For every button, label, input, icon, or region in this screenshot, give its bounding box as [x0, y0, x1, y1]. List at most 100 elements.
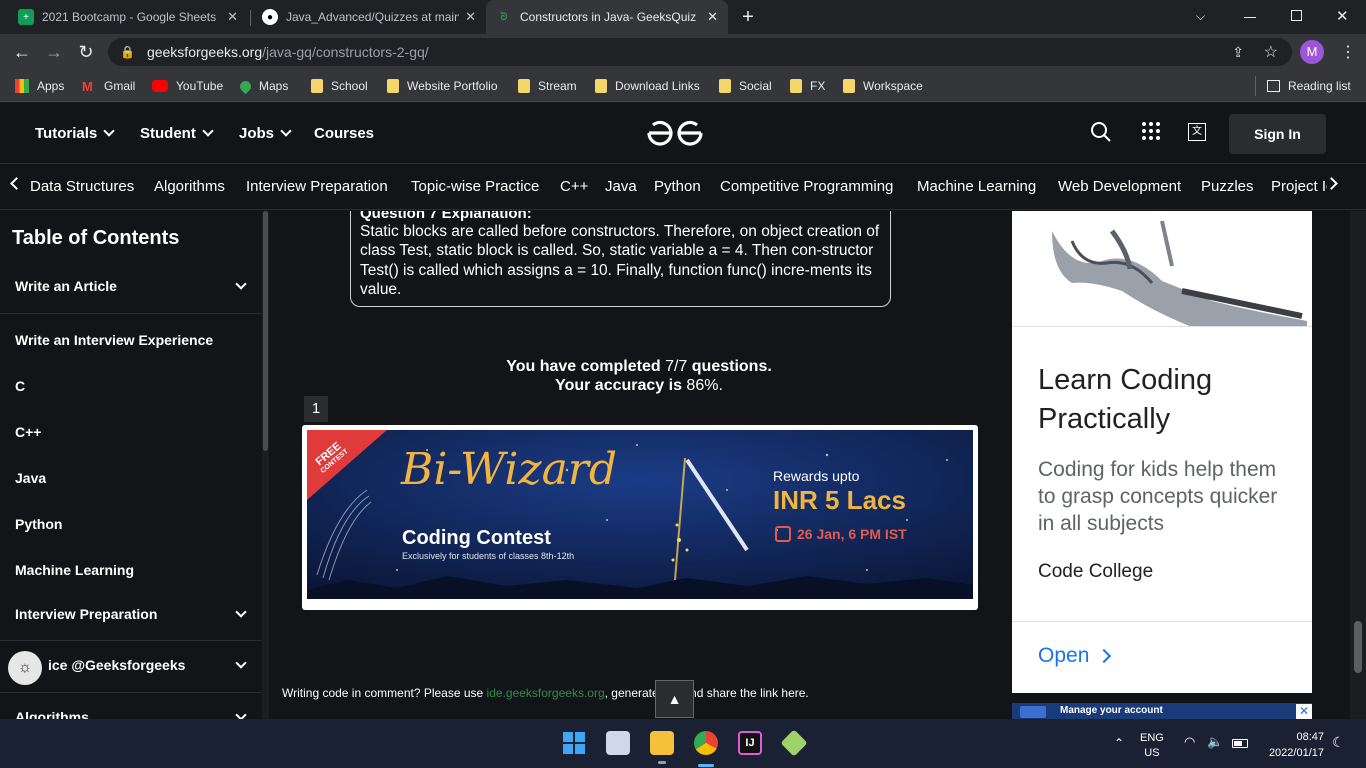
cube-app-icon[interactable]	[780, 729, 808, 757]
tab-github[interactable]: ● Java_Advanced/Quizzes at main ✕	[252, 0, 486, 34]
subnav-python[interactable]: Python	[654, 178, 701, 195]
toc-item-python[interactable]: Python	[15, 516, 245, 532]
subnav-data-structures[interactable]: Data Structures	[30, 178, 134, 195]
toc-item-cpp[interactable]: C++	[15, 424, 245, 440]
toc-item-java[interactable]: Java	[15, 470, 245, 486]
close-ad-icon[interactable]: ✕	[1296, 704, 1312, 719]
subnav-cpp[interactable]: C++	[560, 178, 588, 195]
gfg-logo[interactable]	[645, 117, 705, 154]
toc-item-label: Write an Interview Experience	[15, 332, 214, 348]
bookmark-youtube[interactable]: YouTube	[152, 77, 223, 95]
tab-geeksquiz[interactable]: ᘐ Constructors in Java- GeeksQuiz ✕	[486, 0, 728, 34]
close-tab-icon[interactable]: ✕	[707, 9, 718, 25]
toc-item-interview-preparation[interactable]: Interview Preparation	[15, 606, 247, 622]
page-scrollbar[interactable]	[1350, 211, 1366, 719]
scrollbar-thumb[interactable]	[263, 211, 268, 451]
bookmark-gmail[interactable]: M Gmail	[82, 77, 135, 95]
toc-item-machine-learning[interactable]: Machine Learning	[15, 562, 245, 578]
advertisement[interactable]: Learn Coding Practically Coding for kids…	[1012, 211, 1312, 693]
menu-jobs[interactable]: Jobs	[239, 125, 292, 142]
more-menu-icon[interactable]: ⋮	[1340, 42, 1356, 62]
bookmark-folder-fx[interactable]: FX	[790, 77, 825, 95]
chevron-right-icon[interactable]	[1325, 177, 1338, 190]
site-header: Tutorials Student Jobs Courses 文 Sign In	[0, 103, 1366, 164]
tab-title: 2021 Bootcamp - Google Sheets	[42, 10, 217, 24]
subnav-project-ideas[interactable]: Project Ideas	[1271, 178, 1327, 195]
theme-toggle-sun-icon[interactable]: ☼	[8, 651, 42, 685]
back-arrow-icon[interactable]: ←	[10, 40, 34, 64]
sign-in-button[interactable]: Sign In	[1229, 114, 1326, 154]
bookmark-folder-stream[interactable]: Stream	[518, 77, 577, 95]
bookmark-folder-social[interactable]: Social	[719, 77, 772, 95]
question-number-button[interactable]: 1	[304, 396, 328, 422]
share-icon[interactable]: ⇪	[1232, 44, 1244, 61]
scrollbar-thumb[interactable]	[1354, 621, 1362, 673]
subnav-topic-wise-practice[interactable]: Topic-wise Practice	[411, 178, 539, 195]
close-tab-icon[interactable]: ✕	[465, 9, 476, 25]
chevron-left-icon[interactable]	[10, 177, 23, 190]
translate-icon[interactable]: 文	[1188, 123, 1206, 141]
bookmark-apps[interactable]: Apps	[15, 77, 64, 95]
banner-rewards-label: Rewards upto	[773, 468, 860, 484]
search-icon[interactable]	[1090, 121, 1112, 143]
new-tab-button[interactable]: +	[738, 6, 758, 28]
chrome-icon[interactable]	[694, 731, 718, 755]
address-bar[interactable]: 🔒 geeksforgeeks.org/java-gq/constructors…	[108, 38, 1292, 66]
banner-title: Bi-Wizard	[401, 444, 618, 495]
bookmark-folder-school[interactable]: School	[311, 77, 368, 95]
tab-search-chevron-icon[interactable]: ⌵	[1196, 9, 1205, 24]
notifications-moon-icon[interactable]: ☾	[1332, 734, 1345, 751]
apps-grid-icon[interactable]	[1141, 121, 1161, 141]
bi-wizard-banner[interactable]: FREE CONTEST Bi-Wizard Coding Contest Ex…	[302, 425, 978, 610]
menu-tutorials[interactable]: Tutorials	[35, 125, 115, 142]
subnav-web-development[interactable]: Web Development	[1058, 178, 1181, 195]
windows-start-icon[interactable]	[562, 731, 586, 755]
menu-courses[interactable]: Courses	[314, 125, 374, 142]
scroll-to-top-button[interactable]: ▲	[655, 680, 694, 718]
bookmark-divider	[1255, 76, 1256, 96]
file-explorer-icon[interactable]	[650, 731, 674, 755]
profile-avatar[interactable]: M	[1300, 40, 1324, 64]
bookmark-star-icon[interactable]: ☆	[1264, 42, 1278, 62]
comment-prefix: Writing code in comment? Please use	[282, 686, 487, 700]
menu-student[interactable]: Student	[140, 125, 214, 142]
url-path: /java-gq/constructors-2-gq/	[262, 44, 429, 60]
language-indicator[interactable]: ENG US	[1140, 731, 1164, 761]
toc-item-c[interactable]: C	[15, 378, 245, 394]
wifi-icon[interactable]: ◠	[1184, 734, 1195, 750]
sidebar-scrollbar[interactable]	[262, 211, 269, 719]
subnav-java[interactable]: Java	[605, 178, 637, 195]
browser-tab-strip: + 2021 Bootcamp - Google Sheets ✕ ● Java…	[0, 0, 1366, 34]
tab-google-sheets[interactable]: + 2021 Bootcamp - Google Sheets ✕	[8, 0, 248, 34]
tab-divider	[250, 10, 251, 26]
photos-app-icon[interactable]	[606, 731, 630, 755]
reading-list-button[interactable]: Reading list	[1267, 77, 1351, 95]
bookmark-maps[interactable]: Maps	[237, 77, 288, 95]
toc-item-write-interview-experience[interactable]: Write an Interview Experience	[15, 332, 245, 348]
close-tab-icon[interactable]: ✕	[227, 9, 238, 25]
subnav-competitive-programming[interactable]: Competitive Programming	[720, 178, 893, 195]
toc-item-practice-geeksforgeeks[interactable]: ice @Geeksforgeeks	[48, 657, 247, 673]
restore-window-icon[interactable]	[1291, 10, 1302, 21]
tray-overflow-chevron-icon[interactable]: ⌃	[1114, 736, 1124, 750]
minimize-window-icon[interactable]	[1244, 8, 1256, 18]
subnav-puzzles[interactable]: Puzzles	[1201, 178, 1254, 195]
ad-footer[interactable]: Manage your account	[1012, 703, 1312, 719]
clock[interactable]: 08:47 2022/01/17	[1262, 729, 1324, 761]
forward-arrow-icon[interactable]: →	[42, 40, 66, 64]
ide-link[interactable]: ide.geeksforgeeks.org	[487, 686, 605, 700]
bookmark-folder-workspace[interactable]: Workspace	[843, 77, 923, 95]
bookmark-folder-download-links[interactable]: Download Links	[595, 77, 700, 95]
subnav-machine-learning[interactable]: Machine Learning	[917, 178, 1036, 195]
reload-icon[interactable]: ↻	[74, 40, 98, 64]
toc-item-write-an-article[interactable]: Write an Article	[15, 278, 247, 294]
subnav-algorithms[interactable]: Algorithms	[154, 178, 225, 195]
bookmark-folder-website-portfolio[interactable]: Website Portfolio	[387, 77, 498, 95]
volume-icon[interactable]: 🔈	[1207, 734, 1223, 750]
ad-open-button[interactable]: Open	[1038, 644, 1112, 668]
battery-icon[interactable]	[1232, 739, 1248, 748]
subnav-interview-preparation[interactable]: Interview Preparation	[246, 178, 388, 195]
close-window-icon[interactable]: ✕	[1336, 7, 1349, 25]
intellij-icon[interactable]: IJ	[738, 731, 762, 755]
toc-item-algorithms[interactable]: Algorithms	[15, 709, 247, 719]
